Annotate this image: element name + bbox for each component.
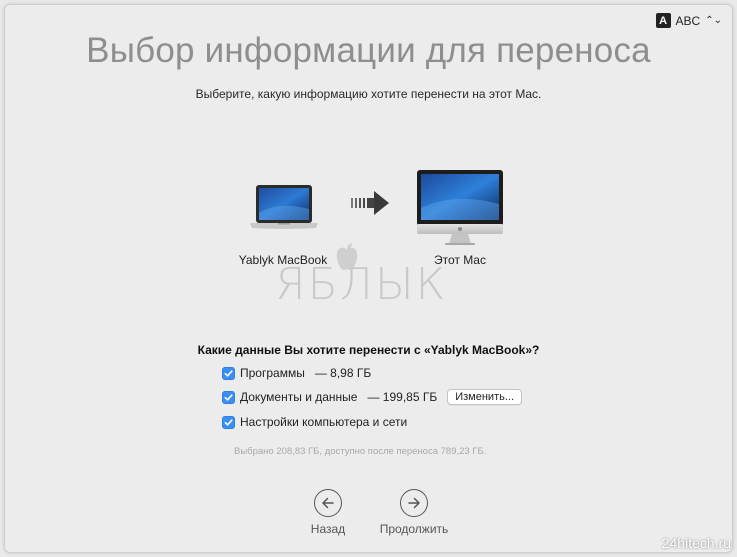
arrow-left-icon[interactable] — [314, 489, 342, 517]
laptop-icon — [248, 183, 320, 236]
option-label: Программы — [240, 366, 305, 380]
option-size: — 8,98 ГБ — [314, 366, 372, 380]
input-source-icon: A — [655, 13, 671, 28]
checkbox-checked-icon[interactable] — [222, 390, 235, 404]
site-watermark: 24hitech.ru — [661, 535, 731, 551]
checkbox-checked-icon[interactable] — [222, 415, 235, 429]
input-source-menu[interactable]: A ABC ⌃⌄ — [655, 13, 722, 28]
chevron-updown-icon: ⌃⌄ — [705, 14, 722, 26]
migration-window: A ABC ⌃⌄ Выбор информации для переноса В… — [4, 4, 733, 553]
checkbox-checked-icon[interactable] — [222, 366, 235, 380]
option-label: Документы и данные — [240, 390, 358, 404]
imac-icon — [415, 168, 505, 253]
arrow-right-icon — [351, 190, 391, 221]
option-label: Настройки компьютера и сети — [240, 415, 408, 429]
selection-summary: Выбрано 208,83 ГБ, доступно после перено… — [234, 446, 487, 457]
option-size: — 199,85 ГБ — [367, 390, 438, 404]
page-title: Выбор информации для переноса — [86, 31, 651, 70]
transfer-question: Какие данные Вы хотите перенести с «Yabl… — [197, 343, 540, 357]
page-subtitle: Выберите, какую информацию хотите перене… — [195, 87, 542, 101]
back-button[interactable]: Назад — [305, 489, 351, 536]
option-documents[interactable]: Документы и данные — 199,85 ГБ Изменить.… — [222, 389, 523, 405]
back-label: Назад — [310, 522, 346, 536]
continue-button[interactable]: Продолжить — [374, 489, 454, 536]
change-button[interactable]: Изменить... — [447, 389, 523, 405]
arrow-right-circle-icon[interactable] — [400, 489, 428, 517]
option-settings[interactable]: Настройки компьютера и сети — [222, 415, 407, 429]
continue-label: Продолжить — [379, 522, 449, 536]
watermark-text: ЯБЛЫК — [275, 259, 448, 310]
option-apps[interactable]: Программы — 8,98 ГБ — [222, 366, 371, 380]
input-source-label: ABC — [675, 13, 701, 28]
